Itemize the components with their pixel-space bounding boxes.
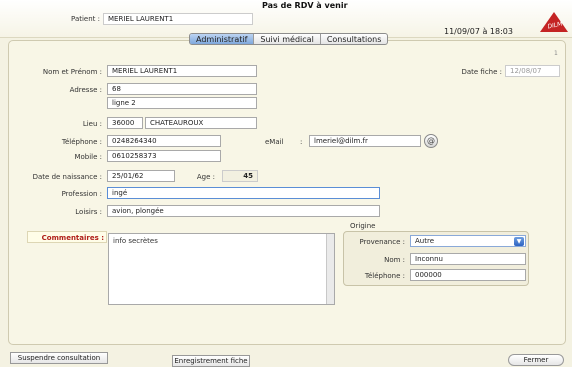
chevron-down-icon[interactable]: ▼ [514, 237, 524, 246]
tab-bar: Administratif Suivi médical Consultation… [189, 33, 389, 45]
loisirs-field[interactable]: avion, plongée [107, 205, 380, 217]
origine-telephone-field[interactable]: 000000 [410, 269, 526, 281]
tab-administratif[interactable]: Administratif [190, 34, 255, 44]
mobile-label: Mobile : [74, 153, 102, 161]
provenance-label: Provenance : [359, 238, 405, 246]
profession-label: Profession : [61, 190, 102, 198]
page-number: 1 [554, 50, 558, 57]
nom-field[interactable]: MERIEL LAURENT1 [107, 65, 257, 77]
header-datetime: 11/09/07 à 18:03 [444, 27, 513, 36]
telephone-field[interactable]: 0248264340 [107, 135, 221, 147]
patient-label: Patient : [71, 15, 100, 23]
adresse-label: Adresse : [69, 86, 102, 94]
profession-field[interactable]: ingé [107, 187, 380, 199]
suspend-consultation-button[interactable]: Suspendre consultation [10, 352, 108, 364]
origine-nom-field[interactable]: Inconnu [410, 253, 526, 265]
tab-suivi-medical[interactable]: Suivi médical [254, 34, 321, 44]
commentaires-scrollbar[interactable] [326, 234, 334, 304]
lieu-label: Lieu : [82, 120, 102, 128]
email-separator: : [300, 138, 303, 146]
code-postal-field[interactable]: 36000 [107, 117, 143, 129]
rdv-notice: Pas de RDV à venir [262, 1, 348, 10]
origine-title: Origine [350, 222, 376, 230]
date-fiche-field: 12/08/07 [505, 65, 560, 77]
email-field[interactable]: lmeriel@dilm.fr [309, 135, 421, 147]
patient-name-field: MERIEL LAURENT1 [103, 13, 253, 25]
commentaires-text: info secrètes [113, 237, 158, 245]
adresse-line1-field[interactable]: 68 [107, 83, 257, 95]
save-fiche-button[interactable]: Enregistrement fiche [172, 355, 250, 367]
telephone-label: Téléphone : [61, 138, 102, 146]
origine-telephone-label: Téléphone : [364, 272, 405, 280]
send-email-icon[interactable]: @ [424, 134, 438, 148]
loisirs-label: Loisirs : [75, 208, 102, 216]
age-label: Age : [196, 173, 215, 181]
nom-label: Nom et Prénom : [42, 68, 102, 76]
adresse-line2-field[interactable]: ligne 2 [107, 97, 257, 109]
provenance-value: Autre [415, 237, 435, 245]
ville-field[interactable]: CHATEAUROUX [145, 117, 257, 129]
origine-nom-label: Nom : [384, 256, 405, 264]
provenance-select[interactable]: Autre ▼ [410, 235, 526, 247]
date-fiche-label: Date fiche : [461, 68, 502, 76]
age-field: 45 [222, 170, 258, 182]
commentaires-textarea[interactable]: info secrètes [108, 233, 335, 305]
mobile-field[interactable]: 0610258373 [107, 150, 221, 162]
commentaires-label: Commentaires : [41, 234, 104, 242]
tab-consultations[interactable]: Consultations [321, 34, 388, 44]
naissance-label: Date de naissance : [32, 173, 102, 181]
naissance-field[interactable]: 25/01/62 [107, 170, 175, 182]
close-button[interactable]: Fermer [508, 354, 564, 366]
email-label: eMail [265, 138, 284, 146]
